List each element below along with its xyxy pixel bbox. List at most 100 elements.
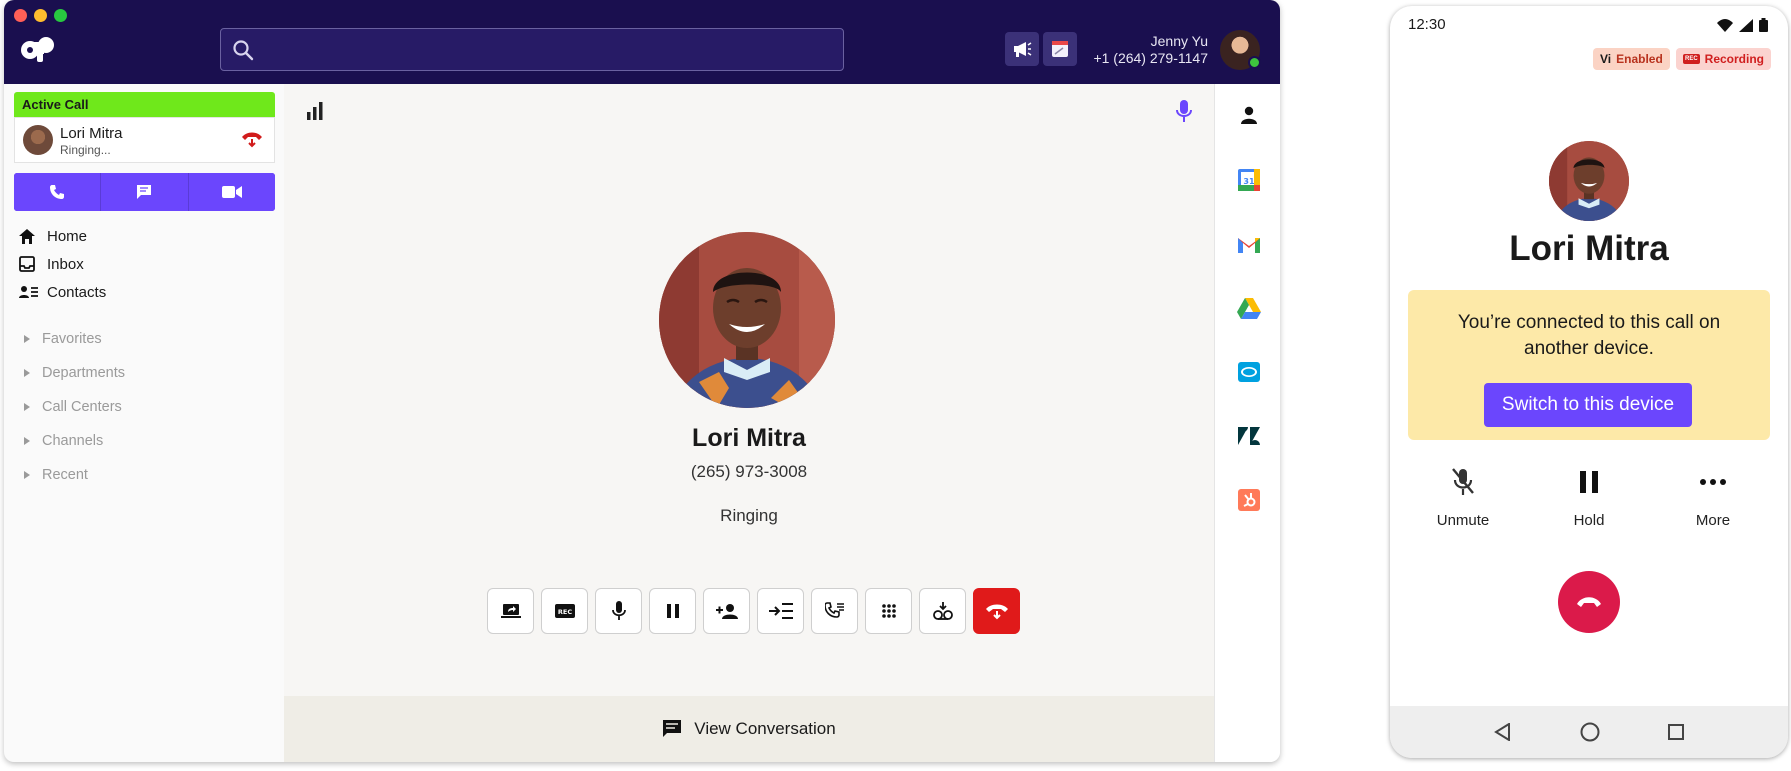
phone-icon xyxy=(50,185,65,199)
group-label: Call Centers xyxy=(42,399,122,415)
call-queue-button[interactable] xyxy=(811,588,858,634)
sidebar-item-contacts[interactable]: Contacts xyxy=(19,281,106,303)
sidebar-group-channels[interactable]: Channels xyxy=(24,433,103,449)
call-button[interactable] xyxy=(14,173,101,211)
google-calendar-button[interactable]: 31 xyxy=(1237,168,1261,192)
more-button[interactable]: More xyxy=(1663,464,1763,529)
user-phone: +1 (264) 279-1147 xyxy=(1093,50,1208,66)
call-status: Ringing xyxy=(720,506,778,525)
keypad-button[interactable] xyxy=(865,588,912,634)
contact-name: Lori Mitra xyxy=(692,424,806,452)
hangup-button[interactable] xyxy=(973,588,1020,634)
contact-photo xyxy=(659,232,835,408)
message-button[interactable] xyxy=(101,173,188,211)
mute-button[interactable] xyxy=(595,588,642,634)
sidebar-group-favorites[interactable]: Favorites xyxy=(24,331,102,347)
svg-text:31: 31 xyxy=(1243,177,1255,186)
group-label: Departments xyxy=(42,365,126,381)
search-icon xyxy=(233,40,254,61)
hold-label: Hold xyxy=(1573,512,1605,529)
active-call-name: Lori Mitra xyxy=(60,125,123,142)
announcement-button[interactable] xyxy=(1005,32,1039,66)
end-call-button[interactable] xyxy=(1558,571,1620,633)
hubspot-icon xyxy=(1238,489,1260,511)
group-label: Favorites xyxy=(42,331,102,347)
unmute-button[interactable]: Unmute xyxy=(1413,464,1513,529)
avatar xyxy=(23,125,53,155)
switch-device-button[interactable]: Switch to this device xyxy=(1484,383,1692,427)
search-input[interactable] xyxy=(220,28,844,71)
inbox-icon xyxy=(19,256,35,272)
mic-icon xyxy=(611,601,626,620)
sidebar-group-call-centers[interactable]: Call Centers xyxy=(24,399,122,415)
conversation-icon xyxy=(663,720,682,737)
hubspot-button[interactable] xyxy=(1237,488,1261,512)
salesforce-button[interactable] xyxy=(1237,360,1261,384)
gmail-button[interactable] xyxy=(1237,232,1261,256)
google-drive-button[interactable] xyxy=(1237,296,1261,320)
group-label: Recent xyxy=(42,467,88,483)
contact-details-button[interactable] xyxy=(1237,103,1261,127)
rec-icon: REC xyxy=(1683,54,1700,64)
user-name: Jenny Yu xyxy=(1150,33,1208,49)
wifi-icon xyxy=(1717,18,1733,32)
notes-button[interactable] xyxy=(1043,32,1077,66)
share-screen-button[interactable] xyxy=(487,588,534,634)
presence-indicator xyxy=(1248,56,1261,69)
hangup-icon xyxy=(1577,597,1601,607)
sidebar-item-home[interactable]: Home xyxy=(19,225,87,247)
recents-icon[interactable] xyxy=(1668,724,1684,740)
battery-icon xyxy=(1759,18,1768,32)
expand-arrow-icon xyxy=(24,403,30,411)
signal-strength-icon[interactable] xyxy=(306,102,324,120)
mic-off-icon xyxy=(1452,468,1474,495)
sidebar-item-inbox[interactable]: Inbox xyxy=(19,253,84,275)
google-calendar-icon: 31 xyxy=(1238,169,1260,191)
add-person-icon xyxy=(715,604,738,619)
transfer-button[interactable] xyxy=(757,588,804,634)
home-circle-icon[interactable] xyxy=(1580,722,1600,742)
expand-arrow-icon xyxy=(24,335,30,343)
sidebar-item-label: Contacts xyxy=(47,283,107,301)
contact-name: Lori Mitra xyxy=(1509,229,1669,268)
end-call-icon[interactable] xyxy=(241,130,263,148)
view-conversation-label: View Conversation xyxy=(694,719,836,738)
hold-button[interactable] xyxy=(649,588,696,634)
record-button[interactable]: REC xyxy=(541,588,588,634)
maximize-window-button[interactable] xyxy=(54,9,67,22)
sidebar-item-label: Home xyxy=(47,227,88,245)
add-participant-button[interactable] xyxy=(703,588,750,634)
other-device-banner: You’re connected to this call on another… xyxy=(1408,290,1770,440)
group-label: Channels xyxy=(42,433,104,449)
mobile-device: 12:30 Vi Enabled REC Recording Lori Mitr… xyxy=(1390,6,1788,758)
more-icon xyxy=(1700,479,1726,485)
zendesk-button[interactable] xyxy=(1237,424,1261,448)
active-call-card[interactable]: Lori Mitra Ringing... xyxy=(14,117,275,163)
home-icon xyxy=(19,228,35,244)
view-conversation-button[interactable]: View Conversation xyxy=(284,696,1214,762)
active-call-header: Active Call xyxy=(14,92,275,117)
back-icon[interactable] xyxy=(1494,723,1512,741)
video-button[interactable] xyxy=(188,173,275,211)
salesforce-icon xyxy=(1238,362,1260,382)
voicemail-drop-button[interactable] xyxy=(919,588,966,634)
zendesk-icon xyxy=(1238,427,1260,445)
hold-button[interactable]: Hold xyxy=(1539,464,1639,529)
contact-photo-image xyxy=(1549,141,1629,221)
hold-icon xyxy=(666,604,679,618)
close-window-button[interactable] xyxy=(14,9,27,22)
voicemail-icon xyxy=(932,602,953,620)
status-bar-icons xyxy=(1717,18,1768,32)
microphone-icon[interactable] xyxy=(1176,100,1192,124)
pause-icon xyxy=(1580,471,1598,493)
expand-arrow-icon xyxy=(24,369,30,377)
more-label: More xyxy=(1695,512,1731,529)
expand-arrow-icon xyxy=(24,471,30,479)
expand-arrow-icon xyxy=(24,437,30,445)
sidebar-group-recent[interactable]: Recent xyxy=(24,467,88,483)
minimize-window-button[interactable] xyxy=(34,9,47,22)
share-screen-icon xyxy=(500,604,521,618)
sidebar-group-departments[interactable]: Departments xyxy=(24,365,125,381)
keypad-icon xyxy=(881,604,896,618)
active-call-status: Ringing... xyxy=(60,143,111,157)
